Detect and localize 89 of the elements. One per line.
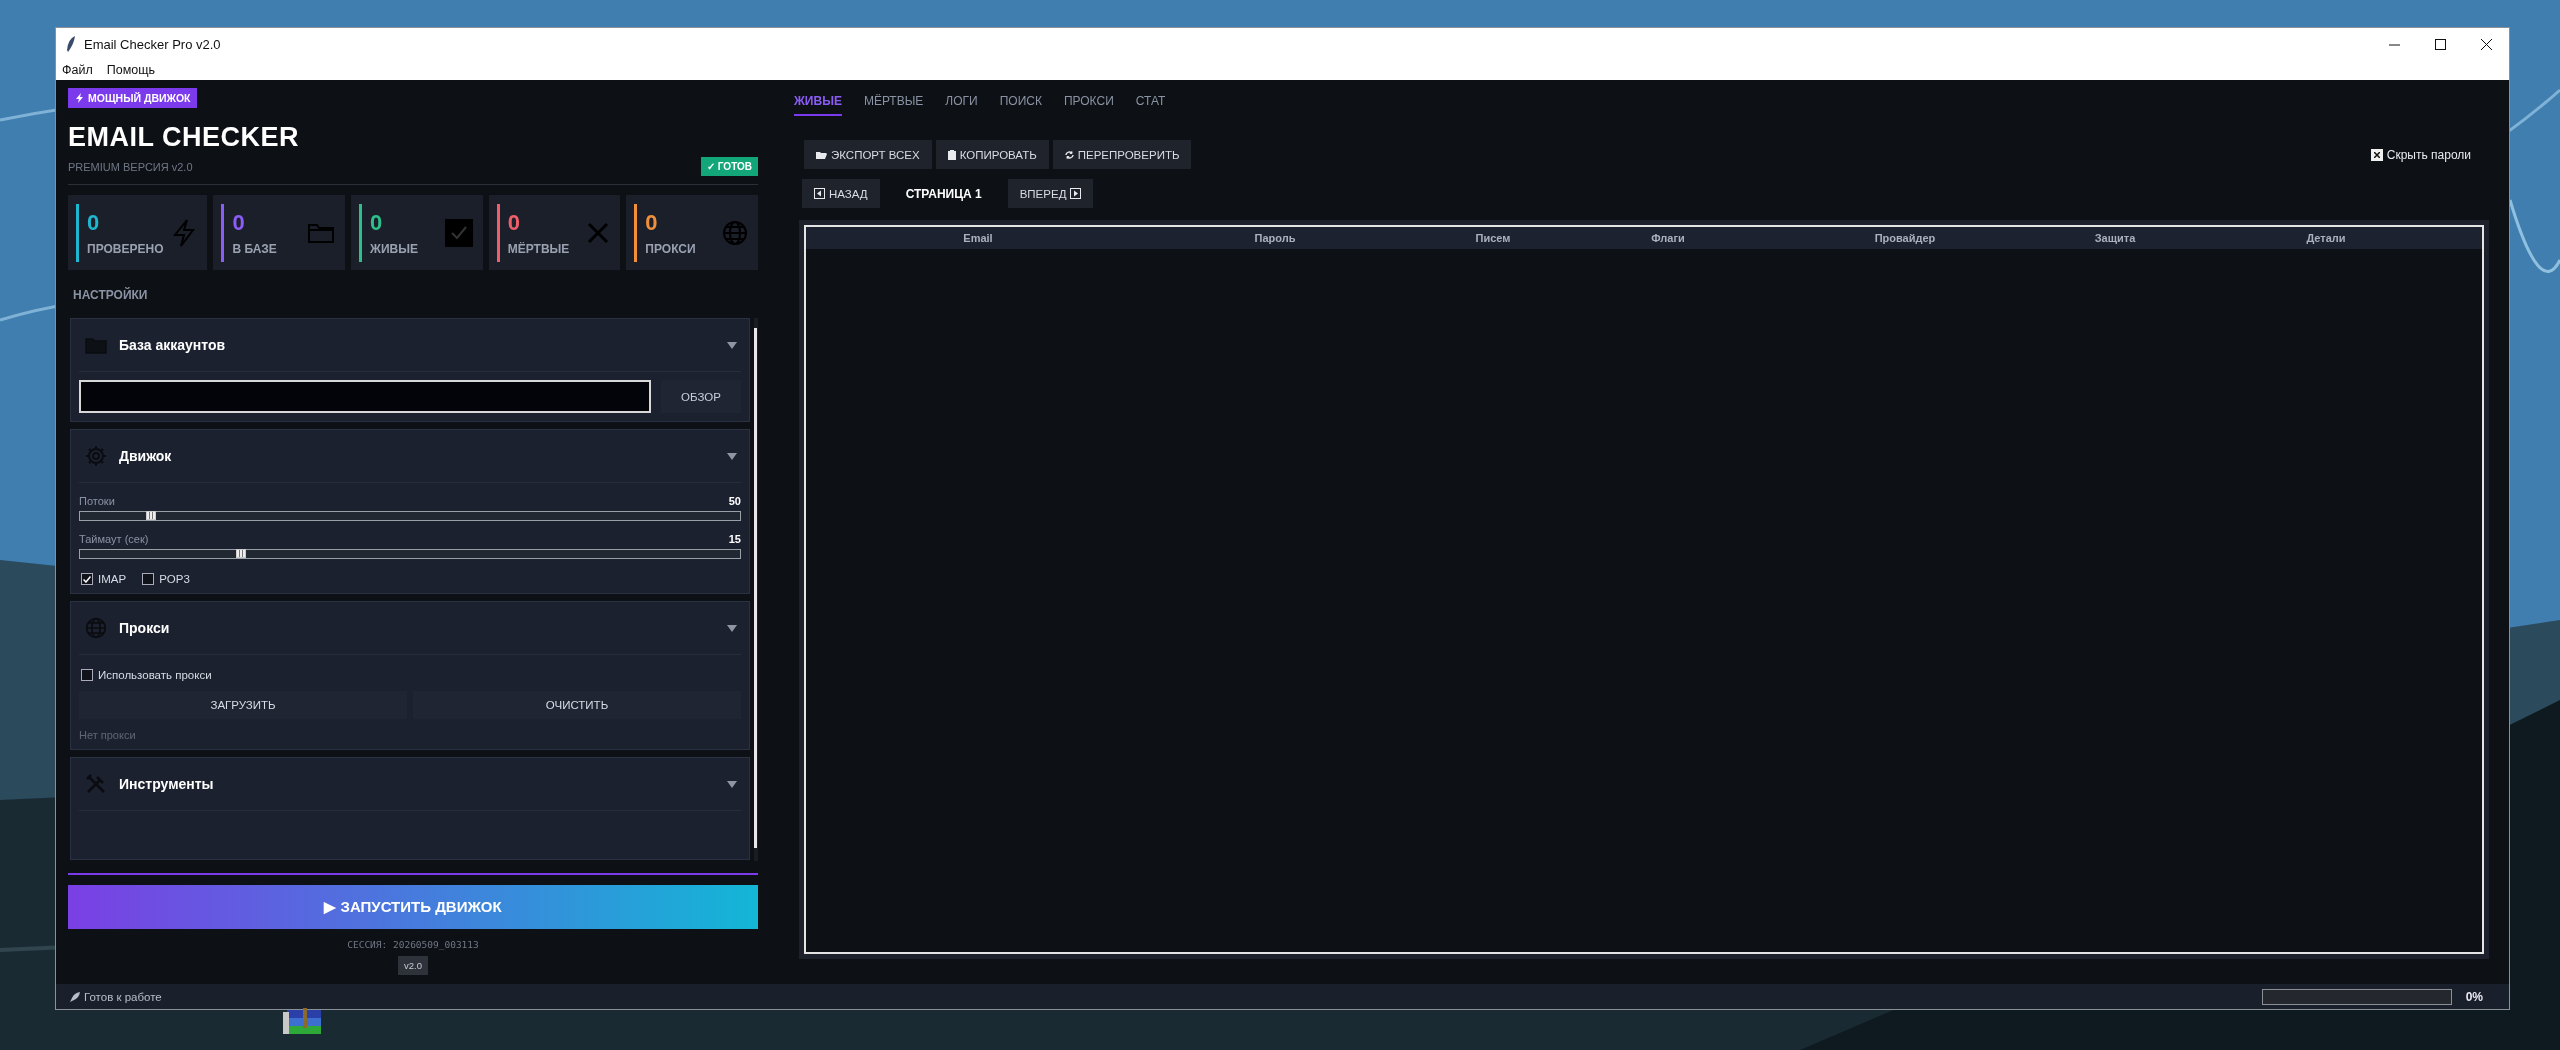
checkbox-icon [444,218,473,247]
lightning-icon [171,217,198,248]
tab[interactable]: ЖИВЫЕ [794,94,842,116]
slider-label: Потоки [79,495,115,507]
slider-thumb[interactable] [236,549,247,558]
action-button[interactable]: ЭКСПОРТ ВСЕХ [804,140,932,169]
maximize-icon[interactable] [2434,38,2446,50]
slider-track[interactable] [79,511,741,521]
stat-value: 0 [370,209,384,236]
folder-icon [816,150,827,159]
column-header[interactable]: Флаги [1586,232,1750,244]
session-id: СЕССИЯ: 20260509_003113 [347,939,479,950]
tab[interactable]: ПРОКСИ [1063,94,1114,116]
tab[interactable]: ПОИСК [999,94,1042,116]
caret-icon[interactable] [727,624,737,632]
folder-icon [307,221,336,244]
column-header[interactable]: Детали [2170,232,2482,244]
forward-button[interactable]: ВПЕРЕД [1007,179,1094,208]
checkbox-label: IMAP [98,573,127,585]
caret-icon[interactable] [727,341,737,349]
action-button[interactable]: КОПИРОВАТЬ [935,140,1049,169]
column-header[interactable]: Пароль [1150,232,1400,244]
progress-percent: 0% [2465,989,2483,1004]
proxy-status: Нет прокси [79,729,137,741]
close-icon[interactable] [2480,38,2492,50]
checkbox[interactable] [142,573,155,585]
section-title: Движок [119,448,172,464]
stat-value: 0 [87,209,101,236]
section-title: Прокси [119,620,170,636]
checkmark-icon [83,575,91,583]
launch-button[interactable]: ▶ ЗАПУСТИТЬ ДВИЖОК [68,885,758,929]
checkbox[interactable] [81,669,93,681]
archive-icon [283,1008,323,1036]
caret-icon[interactable] [727,780,737,788]
tab[interactable]: МЁРТВЫЕ [863,94,924,116]
status-text: Готов к работе [84,990,162,1003]
slider-value: 15 [728,533,741,545]
tab[interactable]: СТАТ [1135,94,1166,116]
page-label: СТРАНИЦА 1 [904,186,983,201]
back-button[interactable]: НАЗАД [802,179,880,208]
checkbox-label: Использовать прокси [98,669,212,681]
app-title: EMAIL CHECKER [68,122,301,153]
tools-icon [85,773,107,795]
slider-label: Таймаут (сек) [79,533,149,545]
proxy-button[interactable]: ЗАГРУЗИТЬ [79,691,407,719]
column-header[interactable]: Провайдер [1750,232,2060,244]
column-header[interactable]: Защита [2060,232,2170,244]
stat-value: 0 [232,209,246,236]
close-icon [586,220,611,245]
engine-badge: МОЩНЫЙ ДВИЖОК [68,88,198,108]
globe-icon [85,617,107,639]
gear-icon [85,445,107,467]
column-header[interactable]: Писем [1400,232,1586,244]
action-button[interactable]: ПЕРЕПРОВЕРИТЬ [1052,140,1192,169]
slider-track[interactable] [79,549,741,559]
refresh-icon [1064,149,1074,160]
ready-badge: ✓ ГОТОВ [701,157,758,176]
caret-icon[interactable] [727,452,737,460]
folder-icon [85,336,107,354]
section-title: Инструменты [119,776,214,792]
globe-icon [722,219,748,246]
stat-value: 0 [645,209,659,236]
tab[interactable]: ЛОГИ [945,94,978,116]
window-title: Email Checker Pro v2.0 [84,36,221,52]
stat-label: МЁРТВЫЕ [507,241,571,256]
slider-value: 50 [728,495,741,507]
feather-icon [66,36,76,52]
menu-item[interactable]: Помощь [106,63,155,77]
section-title: База аккаунтов [119,337,226,353]
cross-icon [2373,151,2380,158]
slider-thumb[interactable] [146,511,157,520]
stat-label: ПРОКСИ [645,241,697,256]
checkbox-label: POP3 [159,573,190,585]
proxy-button[interactable]: ОЧИСТИТЬ [413,691,741,719]
scrollbar[interactable] [754,318,758,861]
clipboard-icon [947,149,956,160]
menu-item[interactable]: Файл [62,63,93,77]
settings-heading: НАСТРОЙКИ [73,288,149,302]
version-badge: v2.0 [398,956,428,975]
browse-button[interactable]: ОБЗОР [661,380,741,413]
file-path-field[interactable] [79,380,651,413]
checkbox[interactable] [81,573,93,585]
stat-label: ЖИВЫЕ [370,241,419,256]
version-subtitle: PREMIUM ВЕРСИЯ v2.0 [68,160,193,173]
stat-label: ПРОВЕРЕНО [87,241,164,256]
column-header[interactable]: Email [806,232,1150,244]
stat-value: 0 [507,209,521,236]
stat-label: В БАЗЕ [232,241,278,256]
checkbox-label: Скрыть пароли [2386,147,2471,162]
